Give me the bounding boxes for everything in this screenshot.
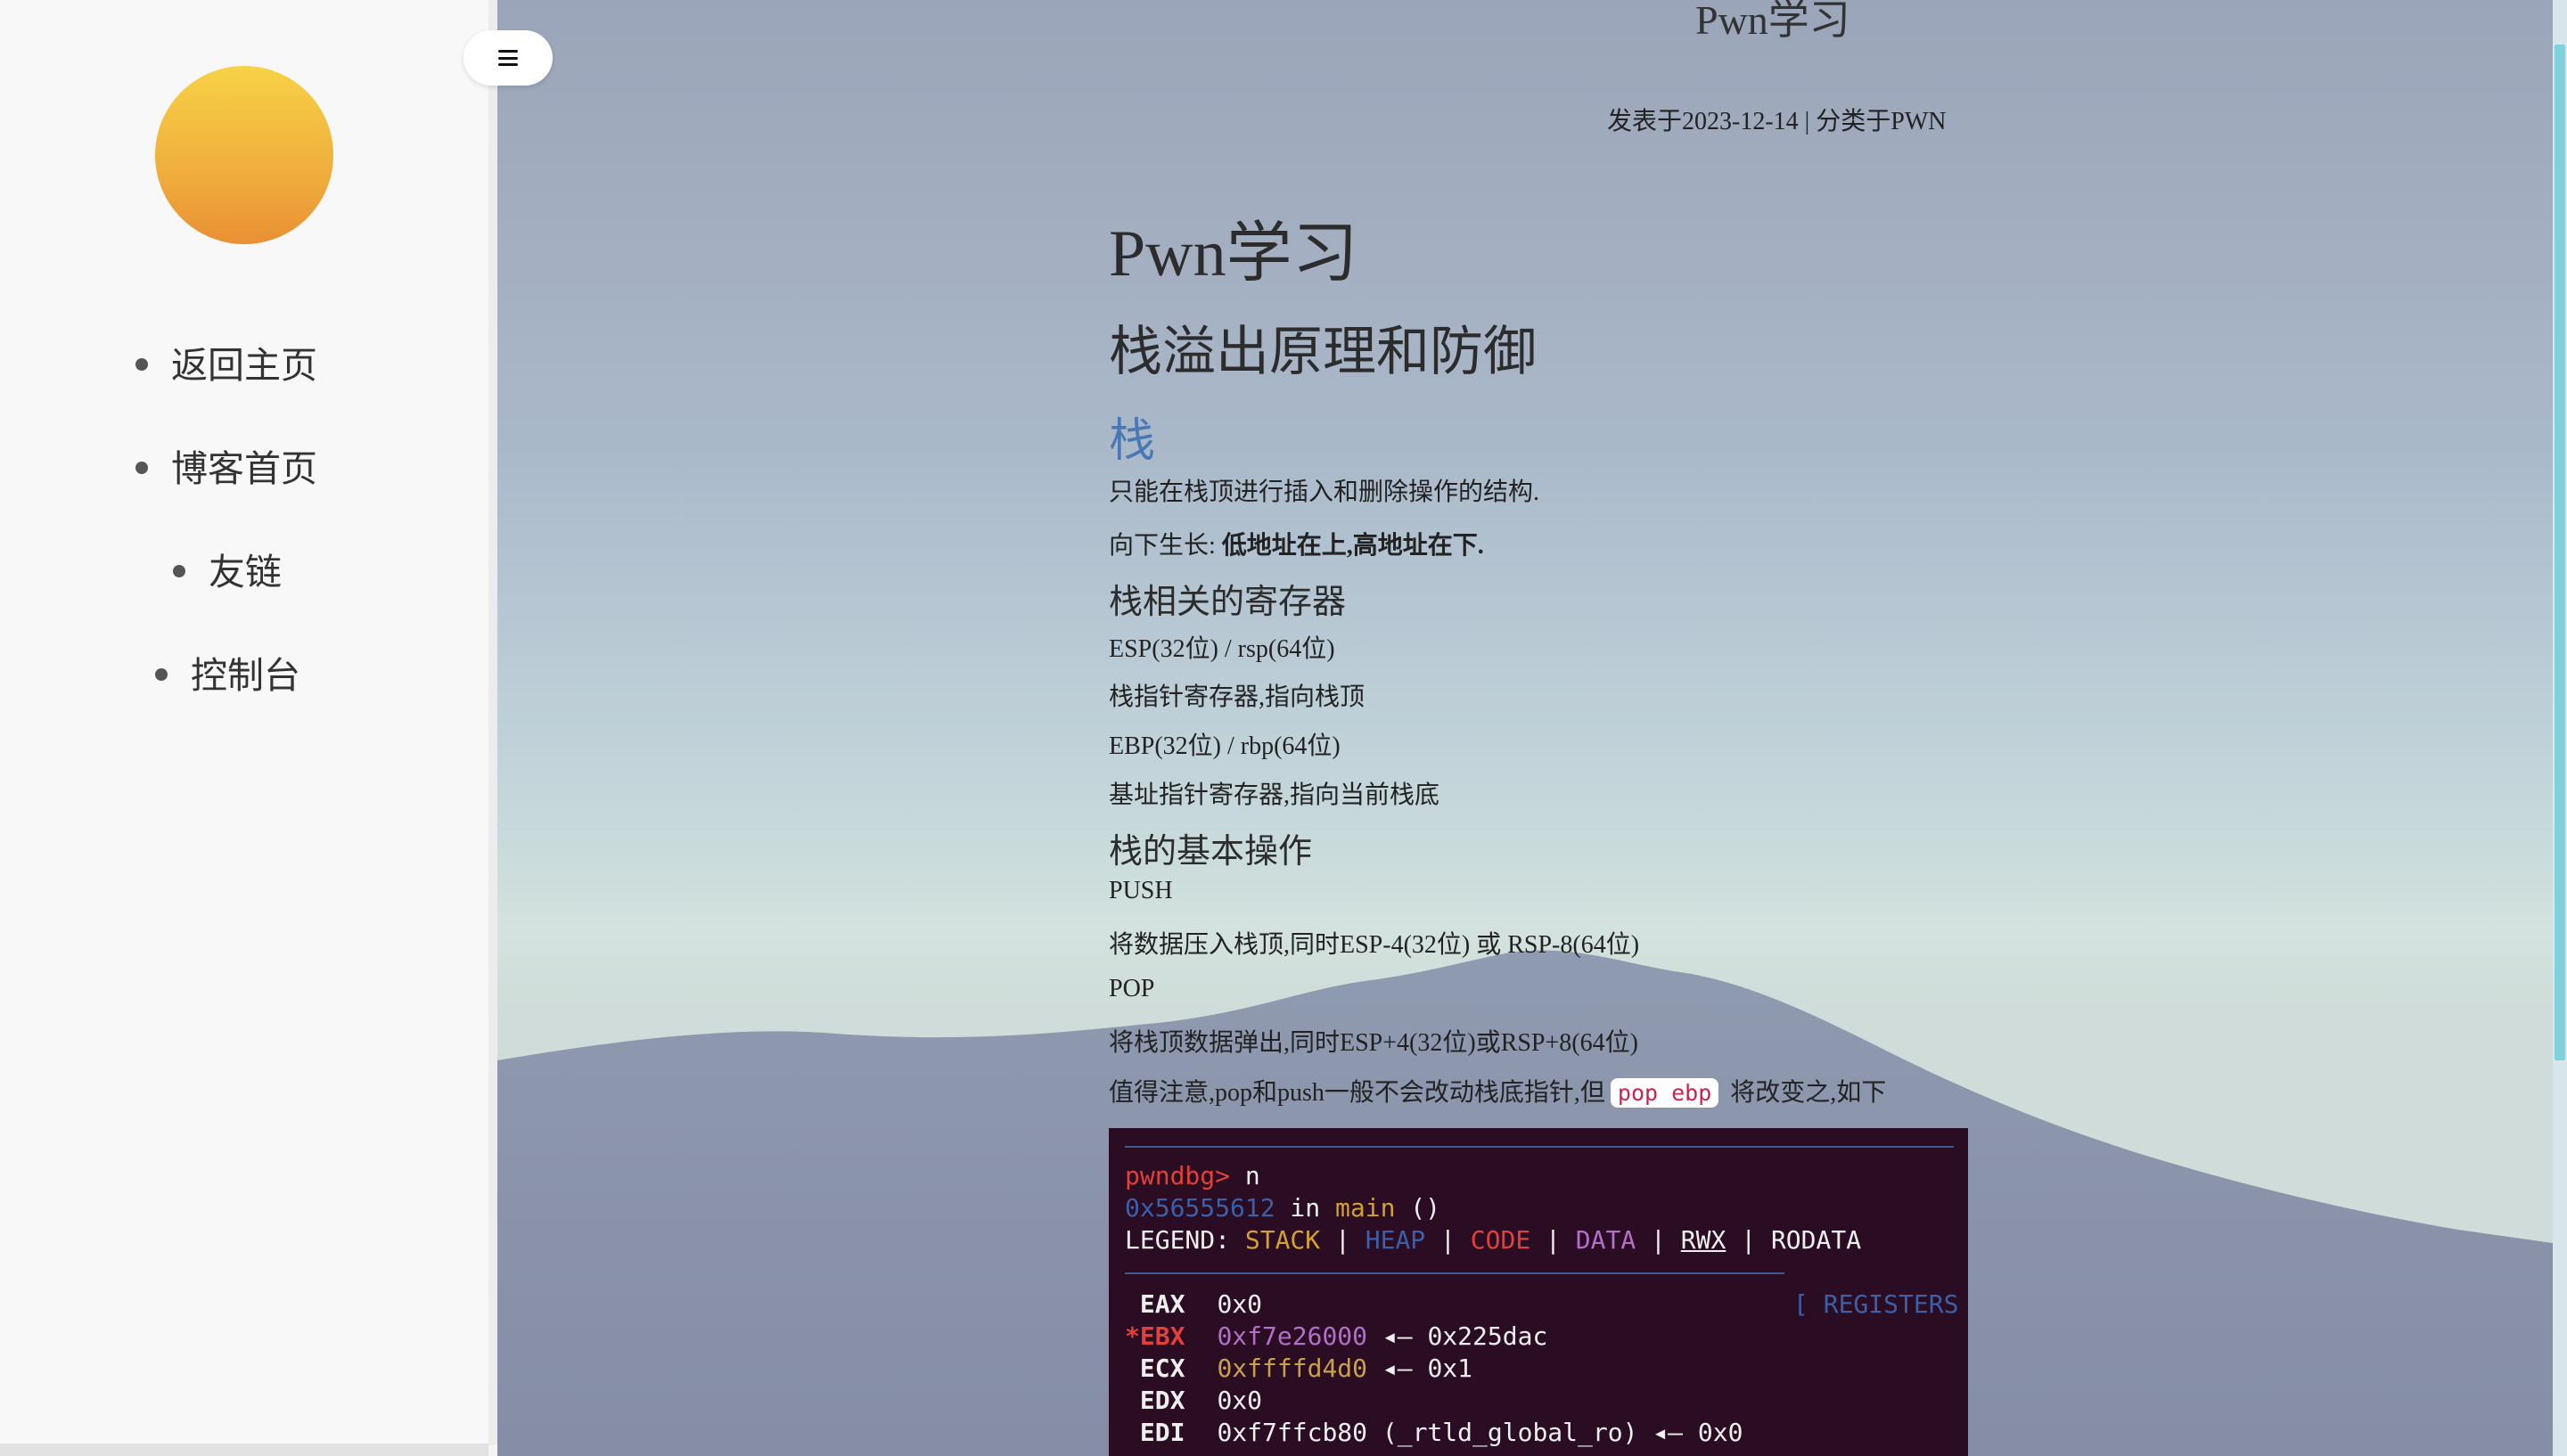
registers-rule bbox=[1125, 1272, 1784, 1274]
legend-sep: | bbox=[1425, 1225, 1471, 1255]
paragraph: PUSH bbox=[1109, 877, 1173, 904]
bullet-icon bbox=[155, 668, 168, 681]
hamburger-icon bbox=[498, 50, 518, 66]
paragraph-bold-text: 低地址在上,高地址在下. bbox=[1221, 532, 1484, 560]
register-name: EDI bbox=[1125, 1418, 1185, 1447]
registers-header: [ REGISTERS bbox=[1793, 1289, 1959, 1319]
terminal-function: main bbox=[1335, 1193, 1396, 1223]
paragraph: 将数据压入栈顶,同时ESP-4(32位) 或 RSP-8(64位) bbox=[1109, 931, 1640, 959]
operations-heading: 栈的基本操作 bbox=[1109, 833, 1313, 871]
register-name: EAX bbox=[1125, 1289, 1185, 1319]
register-row: EAX 0x0 bbox=[1125, 1288, 1262, 1321]
legend-label: LEGEND: bbox=[1125, 1225, 1245, 1255]
paragraph: 值得注意,pop和push一般不会改动栈底指针,但 pop ebp 将改变之,如下 bbox=[1109, 1073, 1886, 1108]
paragraph: 基址指针寄存器,指向当前栈底 bbox=[1109, 781, 1440, 809]
avatar[interactable] bbox=[155, 66, 333, 244]
paragraph: 向下生长: 低地址在上,高地址在下. bbox=[1109, 526, 1484, 561]
register-value: 0x0 bbox=[1217, 1289, 1263, 1319]
legend-stack: STACK bbox=[1244, 1225, 1321, 1255]
paragraph-text: 将改变之,如下 bbox=[1724, 1079, 1887, 1107]
registers-heading: 栈相关的寄存器 bbox=[1109, 584, 1347, 621]
legend-rodata: RODATA bbox=[1770, 1225, 1862, 1255]
register-pointer: ◂— 0x1 bbox=[1367, 1354, 1473, 1383]
terminal-legend: LEGEND: STACK | HEAP | CODE | DATA | RWX… bbox=[1125, 1224, 1861, 1256]
legend-sep: | bbox=[1530, 1225, 1576, 1255]
bullet-icon bbox=[173, 565, 185, 577]
nav-item-console[interactable]: 控制台 bbox=[155, 649, 300, 702]
bullet-icon bbox=[135, 462, 148, 474]
nav-item-home[interactable]: 返回主页 bbox=[135, 339, 317, 392]
post-meta: 发表于2023-12-14 | 分类于PWN bbox=[1607, 108, 1947, 135]
subsection-heading-link[interactable]: 栈 bbox=[1109, 403, 1155, 470]
register-name: *EBX bbox=[1125, 1321, 1185, 1351]
legend-sep: | bbox=[1726, 1225, 1771, 1255]
sidebar-scrollbar[interactable] bbox=[0, 1444, 488, 1456]
article-title: Pwn学习 bbox=[1109, 217, 1358, 290]
terminal-prompt: pwndbg> bbox=[1125, 1161, 1231, 1190]
section-heading: 栈溢出原理和防御 bbox=[1109, 323, 1537, 381]
legend-heap: HEAP bbox=[1365, 1225, 1426, 1255]
paragraph-text: 值得注意,pop和push一般不会改动栈底指针,但 bbox=[1109, 1079, 1605, 1107]
legend-data: DATA bbox=[1575, 1225, 1636, 1255]
paragraph-text: 向下生长: bbox=[1109, 532, 1222, 560]
register-value: 0xf7e26000 bbox=[1217, 1321, 1368, 1351]
paragraph: 只能在栈顶进行插入和删除操作的结构. bbox=[1109, 479, 1540, 506]
register-row: EDI 0xf7ffcb80 (_rtld_global_ro) ◂— 0x0 bbox=[1125, 1417, 1743, 1449]
post-header-title: Pwn学习 bbox=[1695, 0, 1850, 43]
terminal-line: pwndbg> n bbox=[1125, 1160, 1260, 1192]
register-pointer: ◂— 0x0 bbox=[1637, 1418, 1743, 1447]
legend-code: CODE bbox=[1470, 1225, 1531, 1255]
main-content: Pwn学习 发表于2023-12-14 | 分类于PWN Pwn学习 栈溢出原理… bbox=[497, 0, 2553, 1456]
nav-item-label: 博客首页 bbox=[171, 447, 317, 490]
register-name: EDX bbox=[1125, 1386, 1185, 1415]
register-row: EDX 0x0 bbox=[1125, 1385, 1262, 1417]
terminal-text: () bbox=[1395, 1193, 1441, 1223]
nav-item-label: 控制台 bbox=[191, 654, 300, 697]
register-value: 0xffffd4d0 bbox=[1217, 1354, 1368, 1383]
sidebar: 返回主页 博客首页 友链 控制台 bbox=[0, 0, 497, 1445]
register-value: 0x0 bbox=[1217, 1386, 1263, 1415]
bullet-icon bbox=[135, 358, 148, 371]
register-row: ECX 0xffffd4d0 ◂— 0x1 bbox=[1125, 1353, 1472, 1385]
terminal-text: in bbox=[1275, 1193, 1336, 1223]
legend-sep: | bbox=[1320, 1225, 1366, 1255]
register-pointer: ◂— 0x225dac bbox=[1367, 1321, 1548, 1351]
paragraph: EBP(32位) / rbp(64位) bbox=[1109, 732, 1341, 760]
menu-toggle-button[interactable] bbox=[463, 30, 553, 86]
inline-code: pop ebp bbox=[1610, 1078, 1719, 1108]
terminal-address: 0x56555612 bbox=[1125, 1193, 1275, 1223]
terminal-image: pwndbg> n 0x56555612 in main () LEGEND: … bbox=[1109, 1128, 1968, 1456]
nav-item-friends[interactable]: 友链 bbox=[173, 545, 282, 599]
terminal-command: n bbox=[1230, 1161, 1260, 1190]
register-row: *EBX 0xf7e26000 ◂— 0x225dac bbox=[1125, 1321, 1547, 1353]
nav-item-blog[interactable]: 博客首页 bbox=[135, 442, 317, 495]
register-value: 0xf7ffcb80 (_rtld_global_ro) bbox=[1217, 1418, 1638, 1447]
legend-rwx: RWX bbox=[1680, 1225, 1726, 1255]
paragraph: POP bbox=[1109, 975, 1155, 1002]
paragraph: ESP(32位) / rsp(64位) bbox=[1109, 635, 1335, 663]
paragraph: 栈指针寄存器,指向栈顶 bbox=[1109, 683, 1366, 711]
legend-sep: | bbox=[1636, 1225, 1681, 1255]
nav-item-label: 友链 bbox=[209, 551, 282, 593]
page-scrollbar-thumb[interactable] bbox=[2555, 45, 2565, 1060]
register-name: ECX bbox=[1125, 1354, 1185, 1383]
terminal-divider bbox=[1125, 1146, 1954, 1148]
nav-item-label: 返回主页 bbox=[171, 344, 317, 387]
paragraph: 将栈顶数据弹出,同时ESP+4(32位)或RSP+8(64位) bbox=[1109, 1029, 1638, 1057]
terminal-line: 0x56555612 in main () bbox=[1125, 1192, 1440, 1224]
